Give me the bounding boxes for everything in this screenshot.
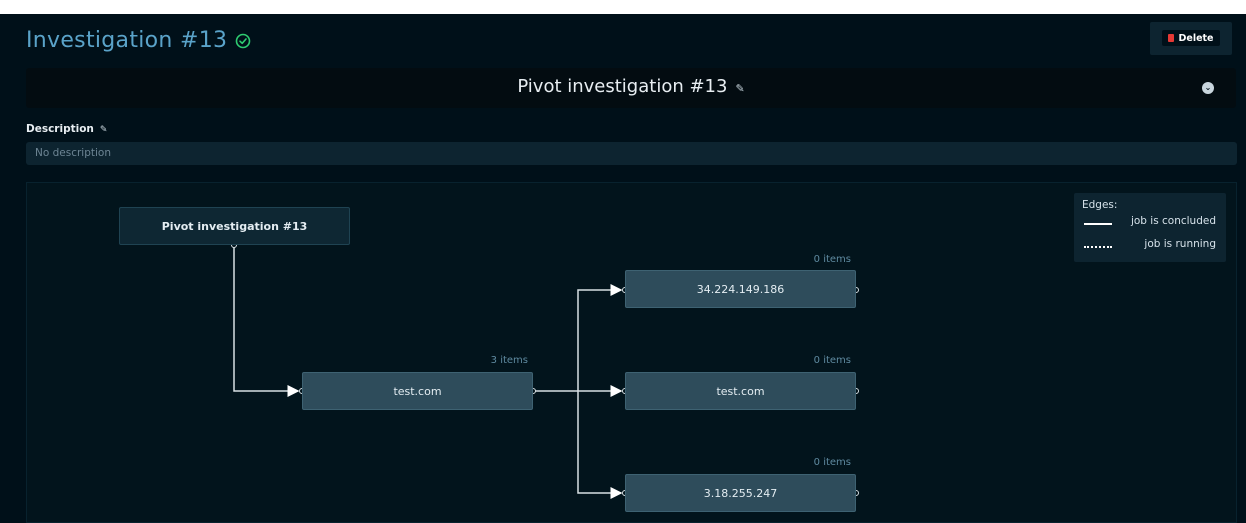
edge-test-com-to-ip-2 — [577, 391, 623, 499]
node-items-count: 3 items — [490, 355, 528, 366]
legend-title: Edges: — [1082, 199, 1118, 211]
job-node-label: test.com — [393, 384, 442, 398]
edges-legend: Edges: job is concluded job is running — [1074, 193, 1226, 262]
root-investigation-node[interactable]: Pivot investigation #13 — [119, 207, 350, 245]
legend-dashed-line — [1084, 246, 1112, 248]
legend-solid-line — [1084, 223, 1112, 225]
job-node-label: 34.224.149.186 — [696, 282, 785, 296]
job-node-ip-3-18-255-247[interactable]: 3.18.255.247 — [625, 474, 856, 512]
legend-dashed-label: job is running — [1144, 238, 1216, 250]
job-node-test-com-2[interactable]: test.com — [625, 372, 856, 410]
node-items-count: 0 items — [813, 355, 851, 366]
edge-root-to-test-com — [233, 245, 300, 397]
root-node-label: Pivot investigation #13 — [161, 219, 308, 233]
node-items-count: 0 items — [813, 457, 851, 468]
job-node-test-com[interactable]: test.com — [302, 372, 533, 410]
legend-solid-label: job is concluded — [1130, 215, 1216, 227]
job-node-label: 3.18.255.247 — [703, 486, 778, 500]
edge-test-com-to-ip-1 — [577, 284, 623, 391]
job-node-label: test.com — [716, 384, 765, 398]
job-node-ip-34-224-149-186[interactable]: 34.224.149.186 — [625, 270, 856, 308]
graph-edges — [231, 242, 859, 499]
node-items-count: 0 items — [813, 254, 851, 265]
